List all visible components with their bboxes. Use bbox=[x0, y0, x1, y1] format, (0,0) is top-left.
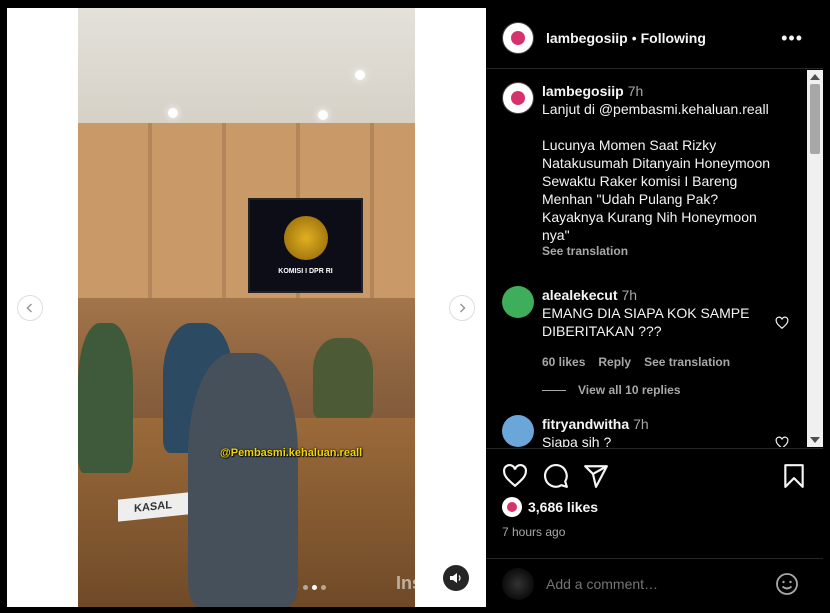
media-panel: KOMISI I DPR RI KASAL @Pembasmi.kehaluan… bbox=[7, 8, 486, 607]
see-translation-link[interactable]: See translation bbox=[644, 353, 730, 371]
comment-body: fitryandwitha 7h Siapa sih ? bbox=[542, 415, 772, 447]
video-scene-tv: KOMISI I DPR RI bbox=[248, 198, 363, 293]
tv-caption: KOMISI I DPR RI bbox=[278, 268, 333, 275]
caption-time[interactable]: 7h bbox=[628, 83, 644, 99]
view-replies-button[interactable]: View all 10 replies bbox=[542, 383, 681, 397]
comment-username[interactable]: alealekecut bbox=[542, 287, 618, 303]
save-bookmark-icon[interactable] bbox=[781, 463, 807, 489]
video-person-foreground bbox=[188, 353, 298, 607]
post-header: lambegosiip • Following ••• bbox=[486, 8, 823, 69]
comment-bubble-icon[interactable] bbox=[543, 463, 569, 489]
comment-time[interactable]: 7h bbox=[633, 416, 649, 432]
action-icons bbox=[502, 463, 807, 489]
caption-body: lambegosiip 7h Lanjut di @pembasmi.kehalu… bbox=[542, 82, 782, 260]
share-paper-plane-icon[interactable] bbox=[583, 463, 609, 489]
next-media-button[interactable] bbox=[449, 295, 475, 321]
comment-likes[interactable]: 60 likes bbox=[542, 353, 585, 371]
reply-button[interactable]: Reply bbox=[598, 353, 631, 371]
carousel-dots bbox=[303, 585, 326, 590]
caption-text: Lanjut di @pembasmi.kehaluan.reall Lucun… bbox=[542, 101, 771, 243]
scrollbar-thumb[interactable] bbox=[810, 84, 820, 154]
ceiling-light bbox=[318, 110, 328, 120]
caption-username[interactable]: lambegosiip bbox=[542, 83, 624, 99]
comment-input[interactable] bbox=[546, 575, 746, 592]
video-overlay-tag: @Pembasmi.kehaluan.reall bbox=[220, 447, 363, 459]
carousel-dot[interactable] bbox=[303, 585, 308, 590]
previous-media-button[interactable] bbox=[17, 295, 43, 321]
like-comment-heart-icon[interactable] bbox=[775, 316, 789, 330]
comment-username[interactable]: fitryandwitha bbox=[542, 416, 629, 432]
comment-time[interactable]: 7h bbox=[622, 287, 638, 303]
avatar[interactable] bbox=[502, 286, 534, 318]
speaker-icon bbox=[450, 573, 461, 583]
comment-body: alealekecut 7h EMANG DIA SIAPA KOK SAMPE … bbox=[542, 286, 772, 371]
chevron-right-icon bbox=[459, 303, 466, 313]
ceiling-light bbox=[355, 70, 365, 80]
carousel-dot-active[interactable] bbox=[312, 585, 317, 590]
comment-item: fitryandwitha 7h Siapa sih ? bbox=[502, 415, 772, 447]
comment-meta: 60 likes Reply See translation bbox=[542, 353, 772, 371]
more-options-icon[interactable]: ••• bbox=[781, 28, 803, 49]
post-video[interactable]: KOMISI I DPR RI KASAL @Pembasmi.kehaluan… bbox=[78, 8, 415, 607]
comments-scrollbar[interactable] bbox=[807, 70, 823, 447]
scroll-up-arrow-icon[interactable] bbox=[810, 74, 820, 80]
avatar[interactable] bbox=[502, 415, 534, 447]
likes-summary[interactable]: 3,686 likes bbox=[502, 497, 598, 517]
video-scene-ceiling bbox=[78, 8, 415, 123]
sound-toggle-button[interactable] bbox=[443, 565, 469, 591]
garuda-emblem-icon bbox=[284, 216, 328, 260]
scroll-down-arrow-icon[interactable] bbox=[810, 437, 820, 443]
separator: • bbox=[631, 30, 637, 46]
comment-text: Siapa sih ? bbox=[542, 434, 612, 447]
comment-item: alealekecut 7h EMANG DIA SIAPA KOK SAMPE … bbox=[502, 286, 772, 371]
post-actions: 3,686 likes 7 hours ago bbox=[486, 448, 823, 607]
avatar[interactable] bbox=[502, 22, 534, 54]
chevron-left-icon bbox=[26, 303, 33, 313]
add-comment-bar bbox=[486, 558, 823, 607]
current-user-avatar bbox=[502, 567, 534, 600]
posted-time[interactable]: 7 hours ago bbox=[502, 525, 565, 539]
post-modal: KOMISI I DPR RI KASAL @Pembasmi.kehaluan… bbox=[7, 8, 823, 607]
avatar[interactable] bbox=[502, 82, 534, 114]
emoji-picker-icon[interactable] bbox=[775, 572, 799, 596]
avatar-logo-icon bbox=[511, 91, 525, 105]
liker-avatar bbox=[502, 497, 522, 517]
reply-divider-line bbox=[542, 389, 566, 391]
video-scene-wall bbox=[78, 123, 415, 298]
like-comment-heart-icon[interactable] bbox=[775, 436, 789, 447]
header-username[interactable]: lambegosiip bbox=[546, 30, 628, 46]
carousel-dot[interactable] bbox=[321, 585, 326, 590]
comments-list[interactable]: lambegosiip 7h Lanjut di @pembasmi.kehalu… bbox=[486, 70, 807, 447]
comment-text: EMANG DIA SIAPA KOK SAMPE DIBERITAKAN ??… bbox=[542, 305, 754, 339]
view-replies-label[interactable]: View all 10 replies bbox=[578, 383, 681, 397]
video-person bbox=[313, 338, 373, 418]
avatar-logo-icon bbox=[511, 31, 525, 45]
following-button[interactable]: Following bbox=[641, 30, 706, 46]
video-watermark: Insta bbox=[396, 573, 415, 593]
ceiling-light bbox=[168, 108, 178, 118]
video-person bbox=[78, 323, 133, 473]
see-translation-link[interactable]: See translation bbox=[542, 242, 782, 260]
caption-row: lambegosiip 7h Lanjut di @pembasmi.kehalu… bbox=[502, 82, 782, 260]
like-heart-icon[interactable] bbox=[502, 463, 528, 489]
likes-count[interactable]: 3,686 likes bbox=[528, 499, 598, 515]
post-side-panel: lambegosiip • Following ••• lambegosiip 7… bbox=[486, 8, 823, 607]
